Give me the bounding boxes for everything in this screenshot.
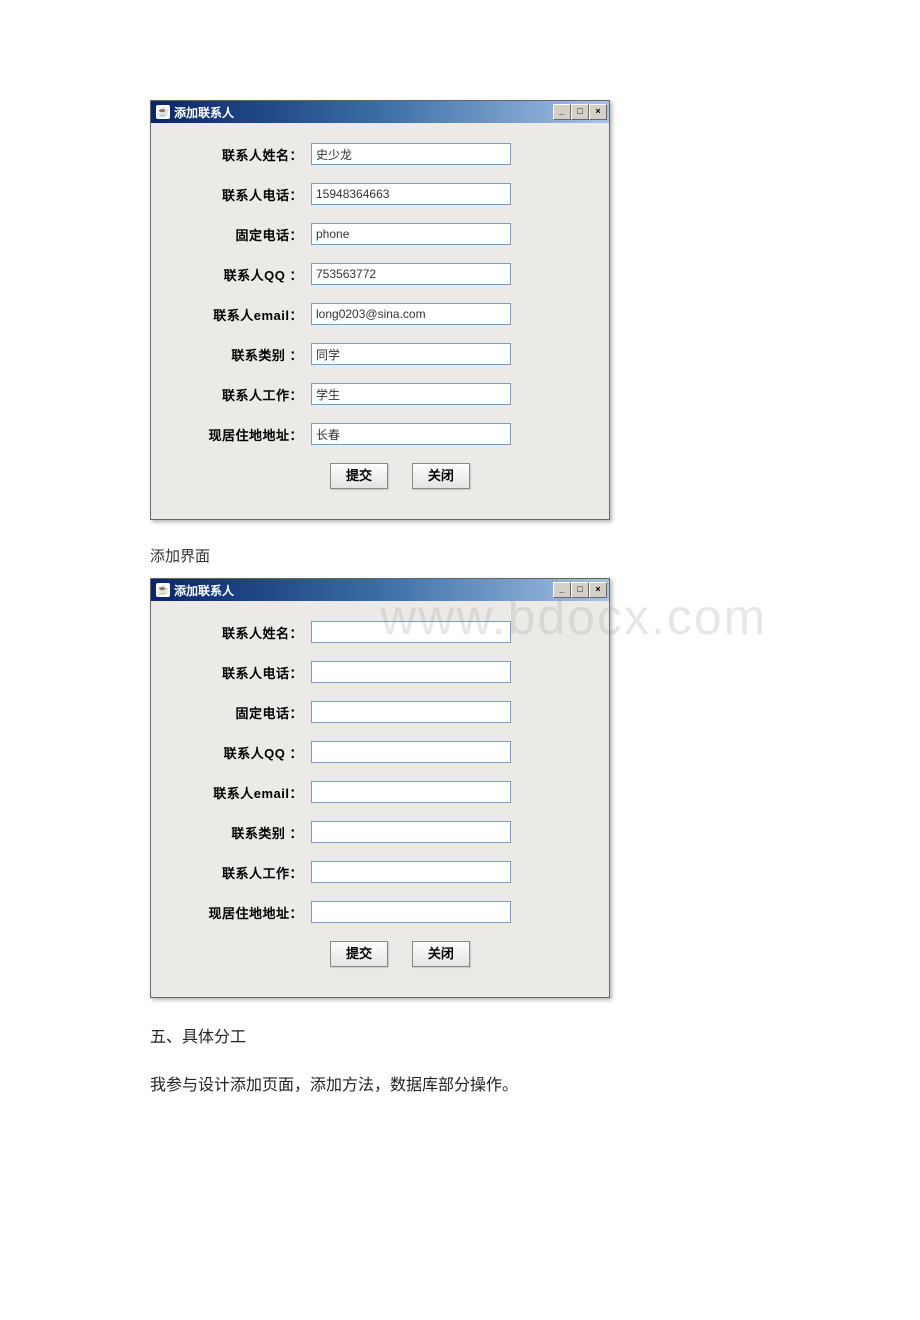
input-email[interactable] xyxy=(311,781,511,803)
row-qq: 联系人QQ ： xyxy=(181,741,579,763)
input-phone[interactable] xyxy=(311,183,511,205)
input-name[interactable] xyxy=(311,621,511,643)
row-category: 联系类别 ： xyxy=(181,821,579,843)
maximize-button[interactable]: □ xyxy=(571,582,589,598)
row-email: 联系人email： xyxy=(181,303,579,325)
caption-add-interface: 添加界面 xyxy=(150,545,920,566)
label-name: 联系人姓名： xyxy=(181,623,311,642)
label-email: 联系人email： xyxy=(181,305,311,324)
row-address: 现居住地地址： xyxy=(181,901,579,923)
label-email: 联系人email： xyxy=(181,783,311,802)
submit-button[interactable]: 提交 xyxy=(330,941,388,967)
label-phone: 联系人电话： xyxy=(181,185,311,204)
window-controls: _ □ × xyxy=(553,582,607,598)
submit-button[interactable]: 提交 xyxy=(330,463,388,489)
row-address: 现居住地地址： xyxy=(181,423,579,445)
titlebar: ☕ 添加联系人 _ □ × xyxy=(151,101,609,123)
row-landline: 固定电话： xyxy=(181,223,579,245)
label-landline: 固定电话： xyxy=(181,225,311,244)
close-button[interactable]: × xyxy=(589,582,607,598)
label-job: 联系人工作： xyxy=(181,863,311,882)
row-name: 联系人姓名： xyxy=(181,143,579,165)
input-phone[interactable] xyxy=(311,661,511,683)
window-add-contact-filled: ☕ 添加联系人 _ □ × 联系人姓名： 联系人电话： 固定电话： 联系人QQ … xyxy=(150,100,610,520)
input-job[interactable] xyxy=(311,861,511,883)
window-body: 联系人姓名： 联系人电话： 固定电话： 联系人QQ ： 联系人email： 联系… xyxy=(151,123,609,519)
row-job: 联系人工作： xyxy=(181,383,579,405)
title-text: 添加联系人 xyxy=(174,582,234,599)
section-title: 五、具体分工 xyxy=(150,1023,920,1053)
label-name: 联系人姓名： xyxy=(181,145,311,164)
row-email: 联系人email： xyxy=(181,781,579,803)
label-qq: 联系人QQ ： xyxy=(181,743,311,762)
minimize-button[interactable]: _ xyxy=(553,104,571,120)
input-address[interactable] xyxy=(311,423,511,445)
input-landline[interactable] xyxy=(311,701,511,723)
section-body: 我参与设计添加页面，添加方法，数据库部分操作。 xyxy=(150,1071,920,1101)
input-landline[interactable] xyxy=(311,223,511,245)
watermark-wrap: ☕ 添加联系人 _ □ × 联系人姓名： 联系人电话： 固定电话： 联系人QQ … xyxy=(150,578,920,998)
button-row: 提交 关闭 xyxy=(181,463,579,489)
window-controls: _ □ × xyxy=(553,104,607,120)
input-category[interactable] xyxy=(311,343,511,365)
input-qq[interactable] xyxy=(311,741,511,763)
input-category[interactable] xyxy=(311,821,511,843)
input-address[interactable] xyxy=(311,901,511,923)
row-landline: 固定电话： xyxy=(181,701,579,723)
input-name[interactable] xyxy=(311,143,511,165)
window-add-contact-empty: ☕ 添加联系人 _ □ × 联系人姓名： 联系人电话： 固定电话： 联系人QQ … xyxy=(150,578,610,998)
label-address: 现居住地地址： xyxy=(181,903,311,922)
label-category: 联系类别 ： xyxy=(181,345,311,364)
java-icon: ☕ xyxy=(156,105,170,119)
label-job: 联系人工作： xyxy=(181,385,311,404)
minimize-button[interactable]: _ xyxy=(553,582,571,598)
input-job[interactable] xyxy=(311,383,511,405)
row-name: 联系人姓名： xyxy=(181,621,579,643)
row-qq: 联系人QQ ： xyxy=(181,263,579,285)
input-qq[interactable] xyxy=(311,263,511,285)
row-phone: 联系人电话： xyxy=(181,183,579,205)
row-phone: 联系人电话： xyxy=(181,661,579,683)
button-row: 提交 关闭 xyxy=(181,941,579,967)
label-phone: 联系人电话： xyxy=(181,663,311,682)
input-email[interactable] xyxy=(311,303,511,325)
label-category: 联系类别 ： xyxy=(181,823,311,842)
row-category: 联系类别 ： xyxy=(181,343,579,365)
titlebar: ☕ 添加联系人 _ □ × xyxy=(151,579,609,601)
window-body: 联系人姓名： 联系人电话： 固定电话： 联系人QQ ： 联系人email： 联系… xyxy=(151,601,609,997)
title-text: 添加联系人 xyxy=(174,104,234,121)
label-landline: 固定电话： xyxy=(181,703,311,722)
label-qq: 联系人QQ ： xyxy=(181,265,311,284)
close-button[interactable]: × xyxy=(589,104,607,120)
close-form-button[interactable]: 关闭 xyxy=(412,941,470,967)
close-form-button[interactable]: 关闭 xyxy=(412,463,470,489)
label-address: 现居住地地址： xyxy=(181,425,311,444)
java-icon: ☕ xyxy=(156,583,170,597)
maximize-button[interactable]: □ xyxy=(571,104,589,120)
row-job: 联系人工作： xyxy=(181,861,579,883)
